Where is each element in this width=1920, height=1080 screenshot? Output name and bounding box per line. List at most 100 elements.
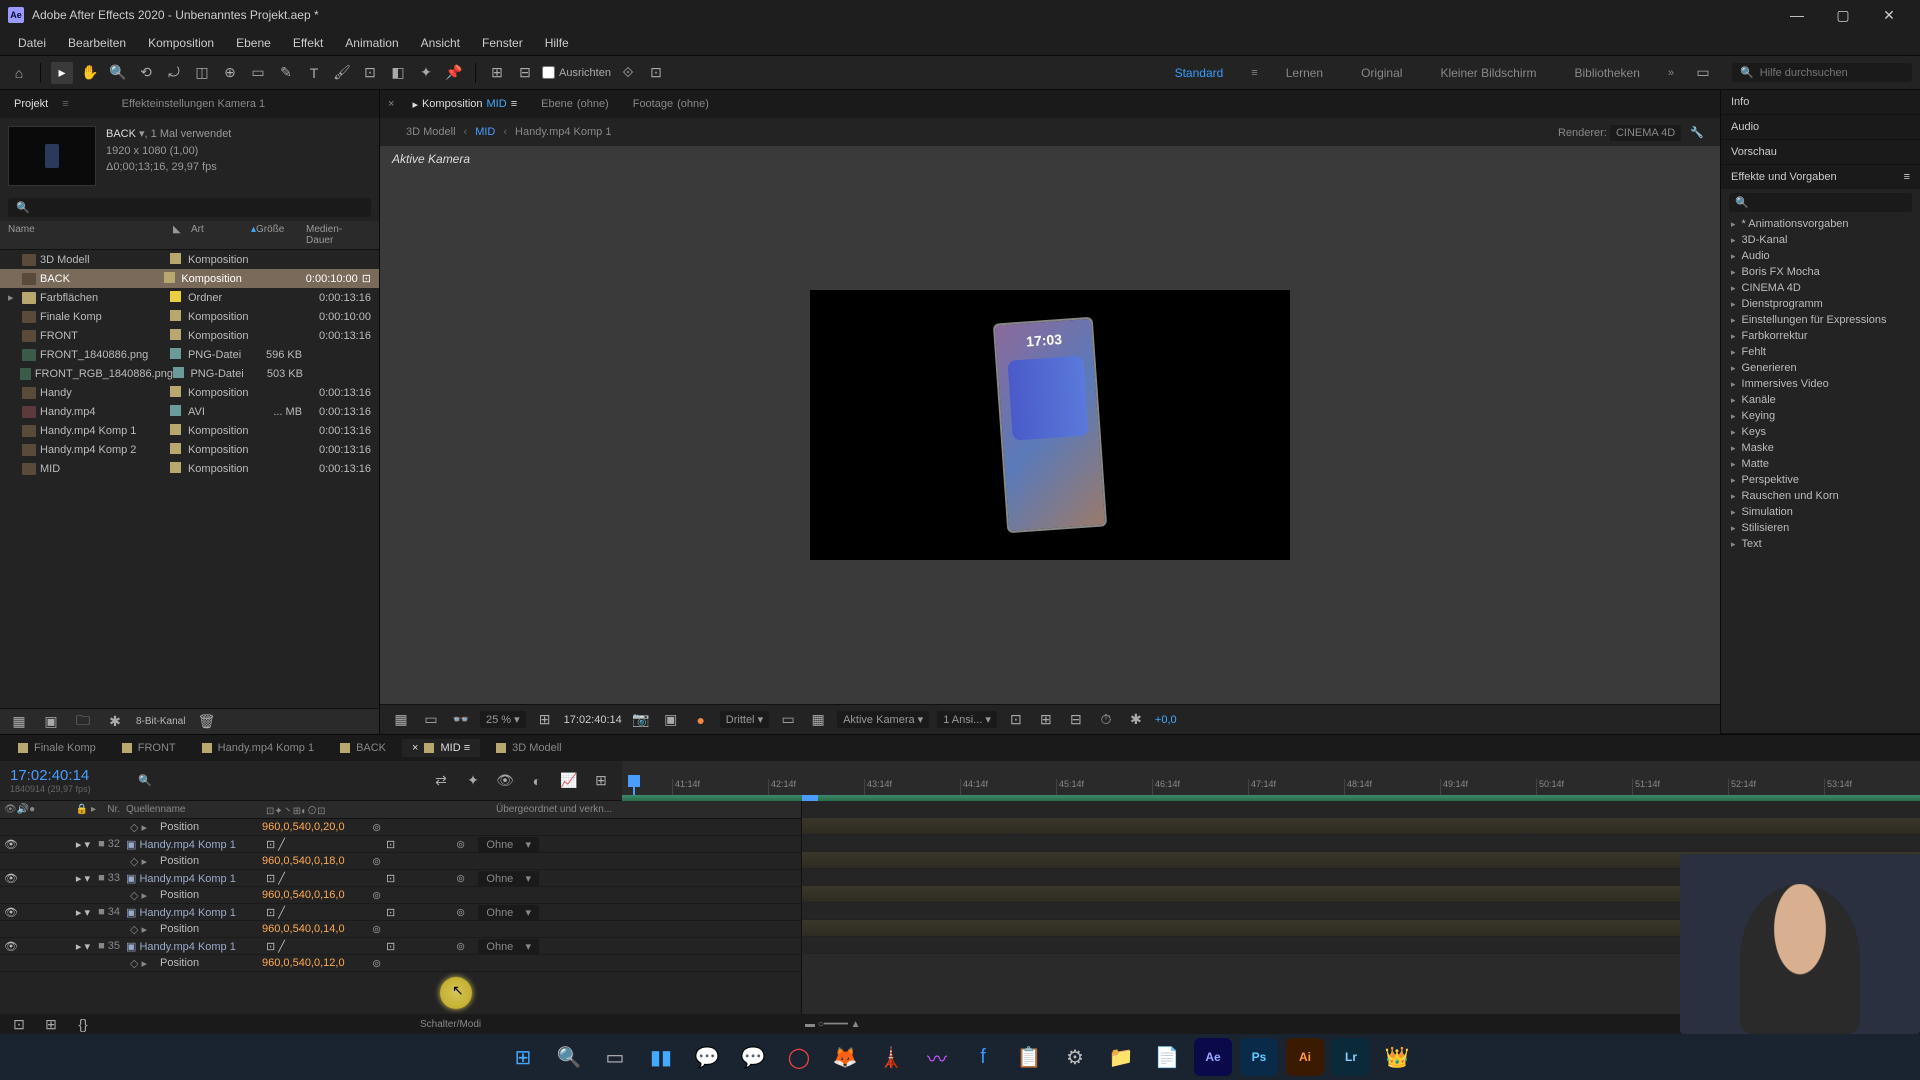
menu-ansicht[interactable]: Ansicht [411, 32, 470, 54]
project-row[interactable]: Finale KompKomposition0:00:10:00 [0, 307, 379, 326]
effect-category[interactable]: ▸Kanäle [1721, 392, 1920, 408]
project-row[interactable]: Handy.mp4 Komp 2Komposition0:00:13:16 [0, 440, 379, 459]
close-tab-icon[interactable]: × [388, 98, 394, 110]
project-row[interactable]: 3D ModellKomposition [0, 250, 379, 269]
effect-category[interactable]: ▸Rauschen und Korn [1721, 488, 1920, 504]
text-tool[interactable]: T [303, 62, 325, 84]
effect-category[interactable]: ▸Immersives Video [1721, 376, 1920, 392]
pen-tool[interactable]: ✎ [275, 62, 297, 84]
brush-tool[interactable]: 🖌 [331, 62, 353, 84]
puppet-tool[interactable]: 📌 [443, 62, 465, 84]
timeline-tab[interactable]: BACK [330, 739, 396, 757]
snap-icon[interactable]: ⊞ [486, 62, 508, 84]
notes-icon[interactable]: 📋 [1010, 1038, 1048, 1076]
tl-tool1-icon[interactable]: ⇄ [430, 770, 452, 792]
effect-controls-tab[interactable]: Effekteinstellungen Kamera 1 [116, 95, 272, 113]
audio-panel[interactable]: Audio [1721, 115, 1920, 139]
lighthouse-icon[interactable]: 🗼 [872, 1038, 910, 1076]
project-row[interactable]: Handy.mp4 Komp 1Komposition0:00:13:16 [0, 421, 379, 440]
vc-glasses-icon[interactable]: 👓 [450, 709, 472, 731]
crumb-handy[interactable]: Handy.mp4 Komp 1 [507, 126, 619, 138]
effect-category[interactable]: ▸Fehlt [1721, 344, 1920, 360]
workspace-bibliotheken[interactable]: Bibliotheken [1564, 62, 1649, 84]
project-row[interactable]: ▸ FarbflächenOrdner0:00:13:16 [0, 288, 379, 307]
opera-icon[interactable]: ◯ [780, 1038, 818, 1076]
effect-category[interactable]: ▸* Animationsvorgaben [1721, 216, 1920, 232]
effect-category[interactable]: ▸Generieren [1721, 360, 1920, 376]
effect-category[interactable]: ▸Audio [1721, 248, 1920, 264]
effect-category[interactable]: ▸Perspektive [1721, 472, 1920, 488]
layer-property-row[interactable]: ◇ ▸Position960,0,540,0,16,0⊚ [0, 887, 801, 904]
new-folder-icon[interactable]: 🗀 [72, 711, 94, 733]
project-tab[interactable]: Projekt [8, 95, 54, 113]
vc-res-icon[interactable]: ⊞ [534, 709, 556, 731]
timeline-tab[interactable]: Finale Komp [8, 739, 106, 757]
notepad-icon[interactable]: 📄 [1148, 1038, 1186, 1076]
workspace-kleiner[interactable]: Kleiner Bildschirm [1430, 62, 1546, 84]
workspace-lernen[interactable]: Lernen [1276, 62, 1333, 84]
layer-property-row[interactable]: ◇ ▸Position960,0,540,0,14,0⊚ [0, 921, 801, 938]
tl-snap-icon[interactable]: ⊞ [590, 770, 612, 792]
workspace-menu-icon[interactable]: ≡ [1251, 67, 1257, 79]
eraser-tool[interactable]: ◧ [387, 62, 409, 84]
minimize-button[interactable]: — [1774, 0, 1820, 30]
maximize-button[interactable]: ▢ [1820, 0, 1866, 30]
crumb-3d[interactable]: 3D Modell [398, 126, 464, 138]
snap-ext-icon[interactable]: ⊟ [514, 62, 536, 84]
crown-icon[interactable]: 👑 [1378, 1038, 1416, 1076]
timeline-tab[interactable]: 3D Modell [486, 739, 572, 757]
effect-category[interactable]: ▸Einstellungen für Expressions [1721, 312, 1920, 328]
layer-tab[interactable]: Ebene (ohne) [535, 95, 615, 113]
effect-category[interactable]: ▸Matte [1721, 456, 1920, 472]
project-row[interactable]: FRONT_RGB_1840886.pngPNG-Datei503 KB [0, 364, 379, 383]
new-comp-icon[interactable]: ▣ [40, 711, 62, 733]
timeline-search[interactable]: 🔍 [130, 761, 420, 800]
roto-tool[interactable]: ✦ [415, 62, 437, 84]
menu-ebene[interactable]: Ebene [226, 32, 281, 54]
tl-blur-icon[interactable]: ◐ [526, 770, 548, 792]
chat-icon[interactable]: 💬 [688, 1038, 726, 1076]
effects-search[interactable]: 🔍 [1729, 193, 1912, 212]
layer-row[interactable]: 👁▸ ▾■ 34▣ Handy.mp4 Komp 1⊡ ╱⊡⊚ Ohne ▾ [0, 904, 801, 921]
vc-mask-icon[interactable]: ▭ [420, 709, 442, 731]
interpret-icon[interactable]: ▦ [8, 711, 30, 733]
menu-effekt[interactable]: Effekt [283, 32, 333, 54]
effect-category[interactable]: ▸Dienstprogramm [1721, 296, 1920, 312]
menu-komposition[interactable]: Komposition [138, 32, 224, 54]
rotate-tool[interactable]: ⤾ [163, 62, 185, 84]
firefox-icon[interactable]: 🦊 [826, 1038, 864, 1076]
zoom-tool[interactable]: 🔍 [107, 62, 129, 84]
selection-tool[interactable]: ▸ [51, 62, 73, 84]
project-row[interactable]: BACKKomposition0:00:10:00⊡ [0, 269, 379, 288]
facebook-icon[interactable]: f [964, 1038, 1002, 1076]
vc-i1-icon[interactable]: ⊡ [1005, 709, 1027, 731]
layer-row[interactable]: 👁▸ ▾■ 33▣ Handy.mp4 Komp 1⊡ ╱⊡⊚ Ohne ▾ [0, 870, 801, 887]
tl-graph-icon[interactable]: 📈 [558, 770, 580, 792]
info-panel[interactable]: Info [1721, 90, 1920, 114]
vc-i5-icon[interactable]: ✱ [1125, 709, 1147, 731]
menu-fenster[interactable]: Fenster [472, 32, 533, 54]
menu-animation[interactable]: Animation [335, 32, 408, 54]
help-search[interactable]: 🔍 [1732, 63, 1912, 82]
transparency-icon[interactable]: ▦ [807, 709, 829, 731]
camera-select[interactable]: Aktive Kamera ▾ [837, 711, 929, 728]
stamp-tool[interactable]: ⊡ [359, 62, 381, 84]
vc-i4-icon[interactable]: ⏱ [1095, 709, 1117, 731]
effects-panel-header[interactable]: Effekte und Vorgaben≡ [1721, 165, 1920, 189]
workspace-standard[interactable]: Standard [1165, 62, 1234, 84]
crumb-mid[interactable]: MID [467, 126, 503, 138]
layer-row[interactable]: 👁▸ ▾■ 35▣ Handy.mp4 Komp 1⊡ ╱⊡⊚ Ohne ▾ [0, 938, 801, 955]
preview-panel[interactable]: Vorschau [1721, 140, 1920, 164]
tl-tool2-icon[interactable]: ✦ [462, 770, 484, 792]
exposure-value[interactable]: +0,0 [1155, 714, 1177, 726]
resolution-select[interactable]: Drittel ▾ [720, 711, 769, 728]
layer-property-row[interactable]: ◇ ▸Position960,0,540,0,20,0⊚ [0, 819, 801, 836]
camera-tool[interactable]: ◫ [191, 62, 213, 84]
timeline-tab[interactable]: FRONT [112, 739, 186, 757]
rect-tool[interactable]: ▭ [247, 62, 269, 84]
effect-category[interactable]: ▸CINEMA 4D [1721, 280, 1920, 296]
channel-icon[interactable]: ● [690, 709, 712, 731]
timeline-ruler[interactable]: 41:14f42:14f43:14f44:14f45:14f46:14f47:1… [622, 761, 1920, 800]
viewer-timecode[interactable]: 17:02:40:14 [564, 714, 622, 726]
roi-icon[interactable]: ▭ [777, 709, 799, 731]
